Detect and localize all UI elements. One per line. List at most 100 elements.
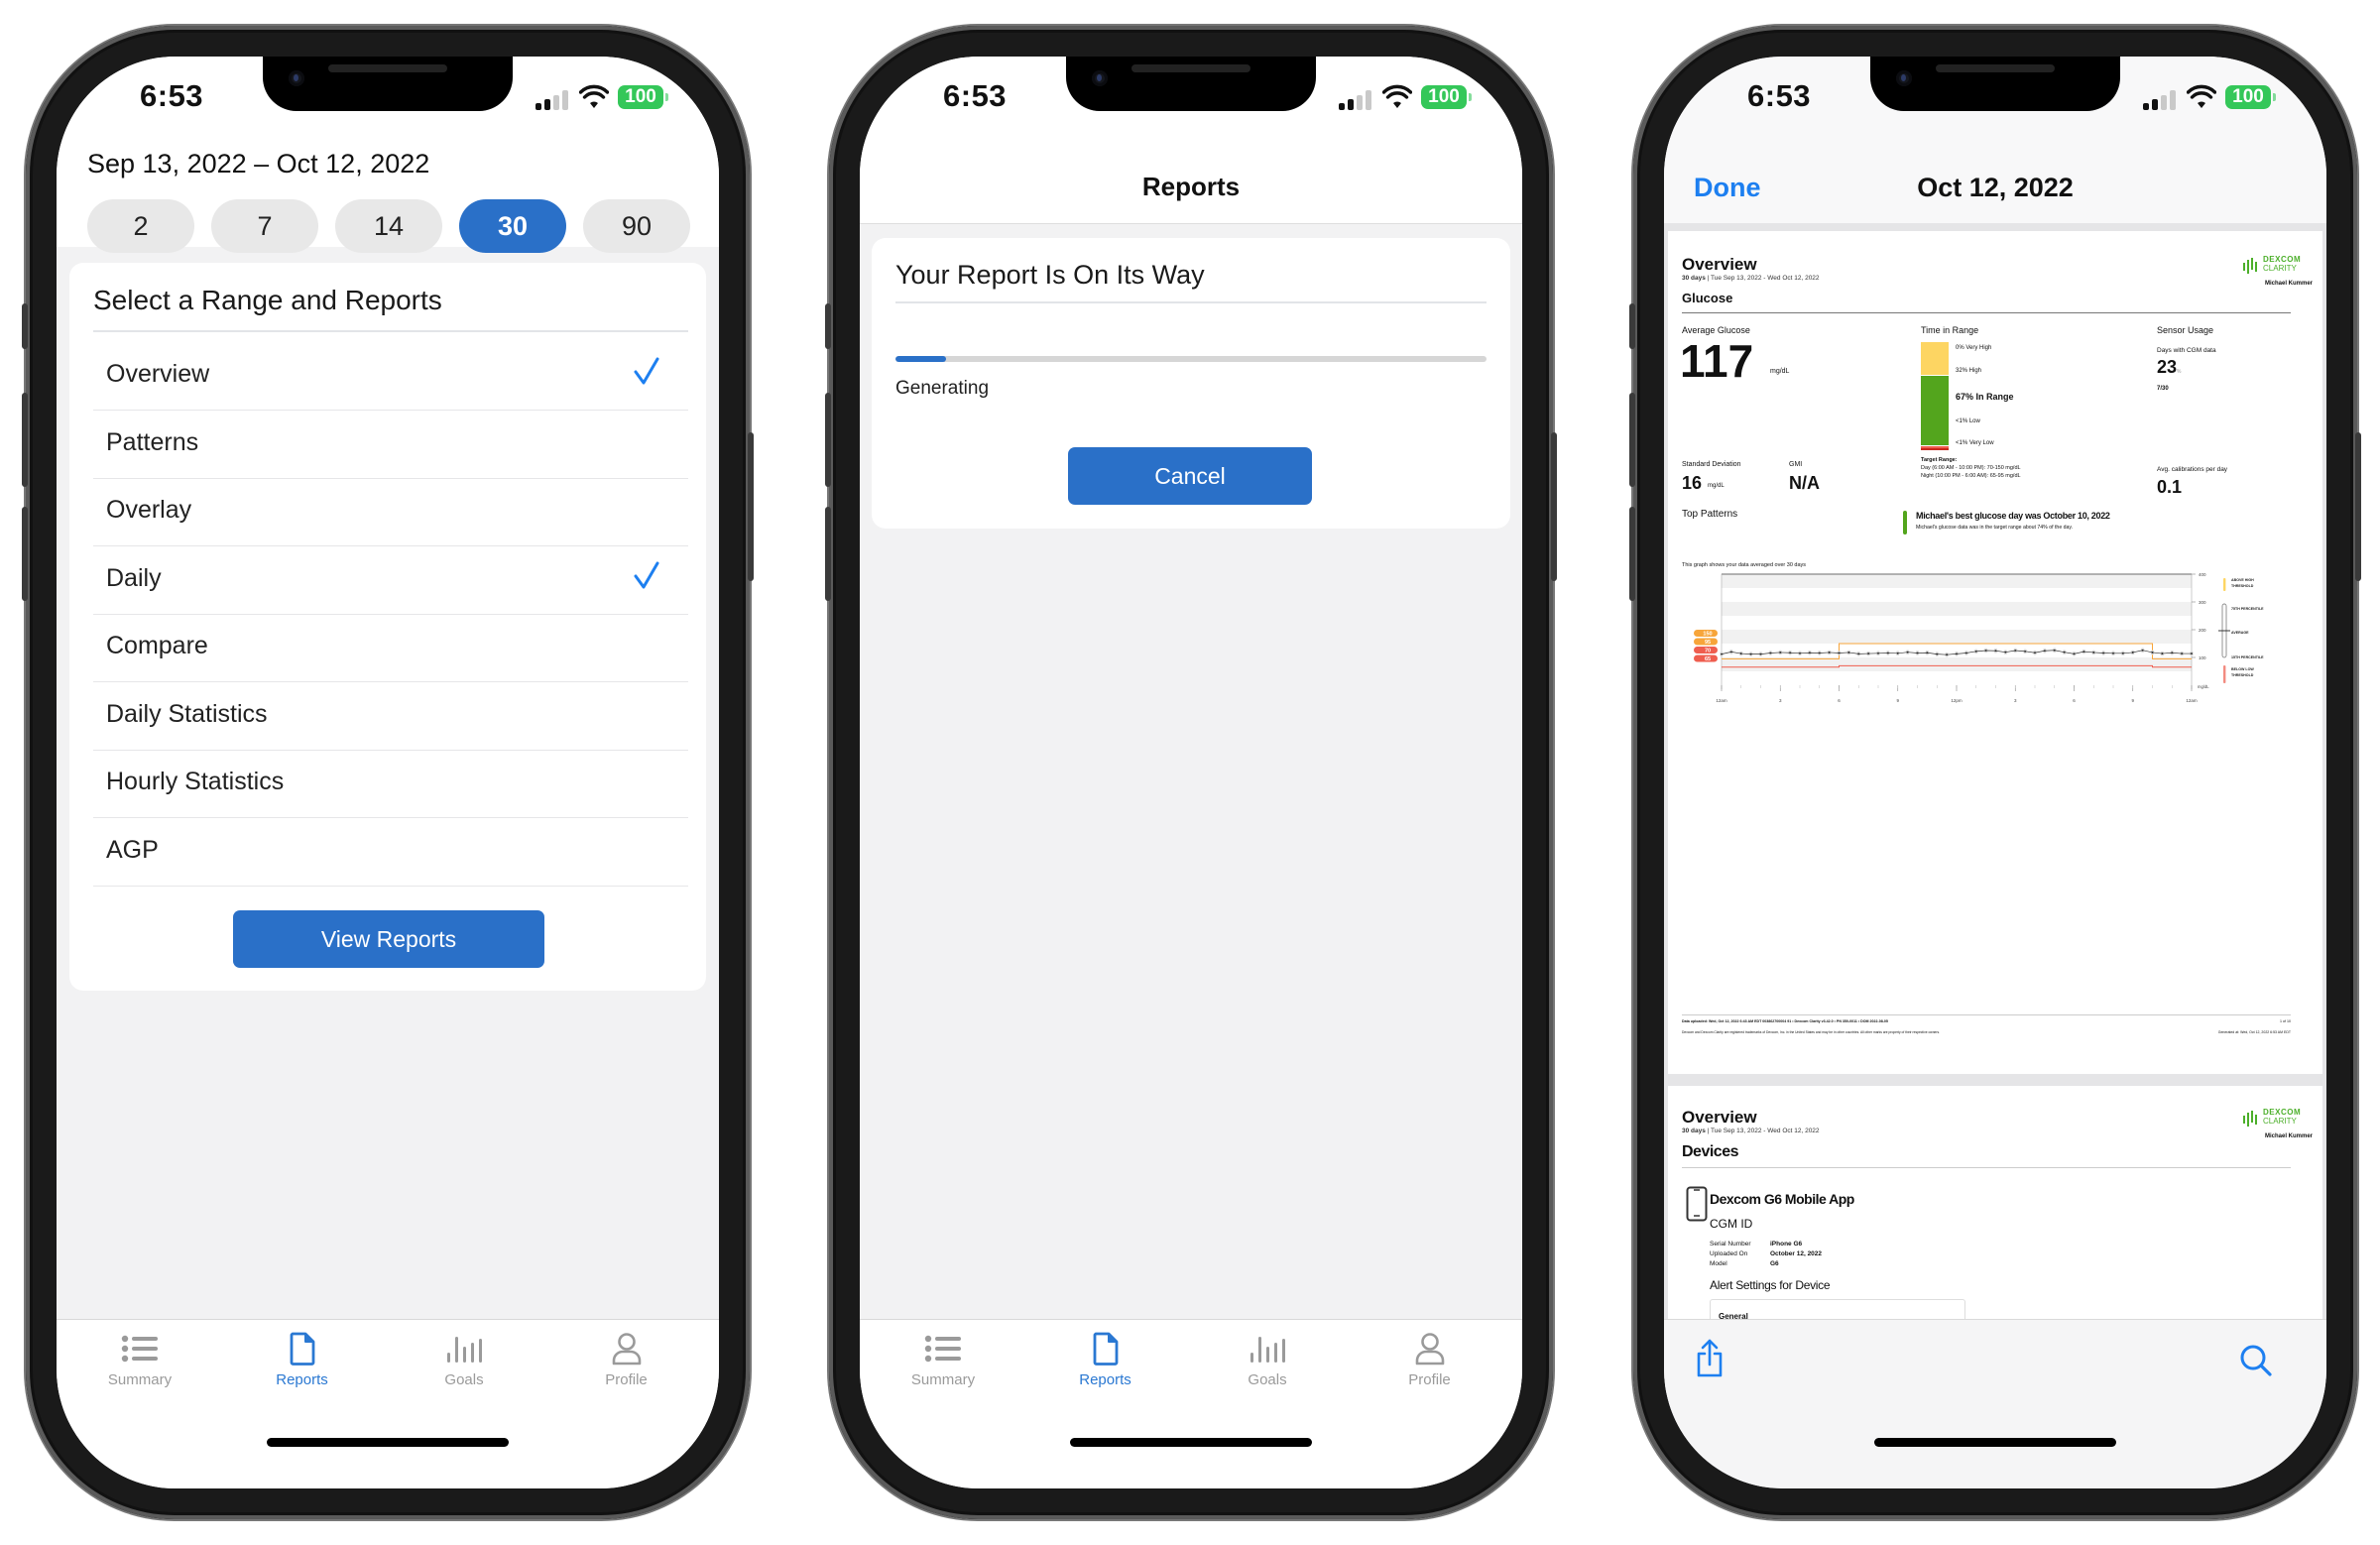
view-reports-button[interactable]: View Reports	[233, 910, 544, 968]
grid-band	[1722, 657, 2192, 671]
range-selector: 2 7 14 30 90	[87, 199, 690, 255]
average-point	[1877, 652, 1879, 654]
y-tick-label: 100	[2199, 655, 2206, 660]
home-indicator[interactable]	[1874, 1438, 2116, 1447]
x-tick-label: 3	[1779, 698, 1782, 703]
report-option-compare[interactable]: Compare	[93, 614, 688, 682]
average-point	[1916, 652, 1919, 654]
dexcom-clarity-logo: DEXCOM CLARITY	[2243, 255, 2313, 277]
legend-label: ABOVE HIGH	[2231, 578, 2254, 582]
report-option-label: Overlay	[106, 496, 192, 524]
report-option-label: Daily Statistics	[106, 699, 268, 728]
battery-icon: 100	[1421, 85, 1472, 109]
average-point	[2151, 652, 2154, 654]
threshold-badge-label: 65	[1705, 656, 1711, 662]
cellular-signal-icon	[536, 90, 571, 110]
average-point	[1799, 652, 1801, 654]
tab-reports[interactable]: Reports	[1046, 1332, 1165, 1388]
average-point	[1964, 652, 1967, 654]
report-option-overlay[interactable]: Overlay	[93, 478, 688, 546]
average-point	[1759, 653, 1762, 655]
device-field-label: Uploaded On	[1710, 1250, 1748, 1257]
average-point	[2014, 650, 2017, 652]
tab-label: Summary	[107, 1371, 173, 1388]
average-point	[2073, 653, 2076, 655]
average-point	[2082, 651, 2085, 654]
share-icon[interactable]	[1694, 1338, 1726, 1379]
progress-bar	[895, 356, 1487, 362]
x-tick-label: 3	[2014, 698, 2017, 703]
report-option-agp[interactable]: AGP	[93, 818, 688, 887]
y-tick-label: 300	[2199, 600, 2206, 605]
report-selection-card: Select a Range and Reports Overview Patte…	[69, 263, 706, 991]
std-dev-value: 16	[1682, 473, 1703, 493]
phone-device-icon	[1686, 1186, 1708, 1222]
range-option-14[interactable]: 14	[335, 199, 442, 253]
tab-goals[interactable]: Goals	[405, 1332, 524, 1388]
device-field-value: iPhone G6	[1770, 1241, 1803, 1248]
done-button[interactable]: Done	[1694, 173, 1761, 203]
average-point	[2112, 652, 2114, 654]
phone-frame-3: Oct 12, 2022 Done 6:53 100 Overview 30 d…	[1629, 26, 2361, 1519]
average-point	[2043, 650, 2046, 653]
report-option-overview[interactable]: Overview	[93, 342, 688, 411]
tab-profile[interactable]: Profile	[1370, 1332, 1489, 1388]
legend-label: BELOW LOW	[2231, 667, 2254, 671]
average-point	[2181, 653, 2184, 654]
dexcom-clarity-logo: DEXCOM CLARITY	[2243, 1108, 2313, 1129]
tab-summary[interactable]: Summary	[80, 1332, 199, 1388]
tab-reports[interactable]: Reports	[243, 1332, 362, 1388]
legend-above-high-swatch	[2223, 578, 2226, 591]
x-tick-label: 6	[2073, 698, 2076, 703]
threshold-badge-label: 150	[1703, 632, 1712, 638]
report-option-label: Compare	[106, 632, 208, 659]
average-point	[1926, 652, 1929, 654]
list-icon	[80, 1332, 199, 1369]
cellular-signal-icon	[2143, 90, 2179, 110]
tab-label: Goals	[444, 1371, 484, 1388]
average-point	[1906, 651, 1909, 654]
pattern-marker	[1903, 511, 1907, 535]
checkmark-icon	[634, 357, 659, 385]
period-days: 30 days	[1682, 275, 1706, 282]
average-point	[2053, 649, 2056, 652]
range-option-2[interactable]: 2	[87, 199, 194, 253]
tir-very-low-segment	[1921, 448, 1949, 450]
high-threshold-line	[1722, 643, 2192, 659]
y-tick-label: 200	[2199, 628, 2206, 633]
average-point	[1886, 652, 1889, 654]
range-option-90[interactable]: 90	[583, 199, 690, 253]
search-icon[interactable]	[2239, 1344, 2273, 1377]
average-point	[1828, 652, 1831, 654]
avg-glucose-value: 117	[1680, 335, 1754, 387]
device-name: Dexcom G6 Mobile App	[1710, 1191, 1854, 1207]
pdf-page-2: Overview 30 days | Tue Sep 13, 2022 - We…	[1668, 1086, 2322, 1320]
home-indicator[interactable]	[267, 1438, 509, 1447]
document-icon	[1046, 1332, 1165, 1369]
range-option-7[interactable]: 7	[211, 199, 318, 253]
patient-name: Michael Kummer	[2264, 281, 2313, 287]
average-point	[2191, 653, 2193, 654]
report-option-hourly-statistics[interactable]: Hourly Statistics	[93, 750, 688, 818]
legend-label: THRESHOLD	[2231, 584, 2254, 588]
average-point	[1749, 653, 1752, 655]
cancel-button[interactable]: Cancel	[1068, 447, 1312, 505]
average-point	[1721, 653, 1723, 655]
average-point	[1994, 650, 1997, 653]
report-option-daily-statistics[interactable]: Daily Statistics	[93, 682, 688, 751]
pdf-document-view[interactable]: Overview 30 days | Tue Sep 13, 2022 - We…	[1664, 223, 2326, 1320]
average-point	[2024, 650, 2027, 653]
range-option-30[interactable]: 30	[459, 199, 566, 253]
tab-summary[interactable]: Summary	[884, 1332, 1003, 1388]
report-option-daily[interactable]: Daily	[93, 546, 688, 615]
tab-profile[interactable]: Profile	[567, 1332, 686, 1388]
home-indicator[interactable]	[1070, 1438, 1312, 1447]
pattern-title: Michael's best glucose day was October 1…	[1916, 511, 2110, 521]
tab-label: Profile	[605, 1371, 648, 1388]
tab-goals[interactable]: Goals	[1208, 1332, 1327, 1388]
average-point	[1946, 654, 1949, 656]
battery-icon: 100	[618, 85, 668, 109]
report-option-patterns[interactable]: Patterns	[93, 411, 688, 479]
average-point	[2171, 652, 2174, 654]
phone-frame-1: 6:53 100 Sep 13, 2022 – Oct 12, 2022 2 7…	[22, 26, 754, 1519]
